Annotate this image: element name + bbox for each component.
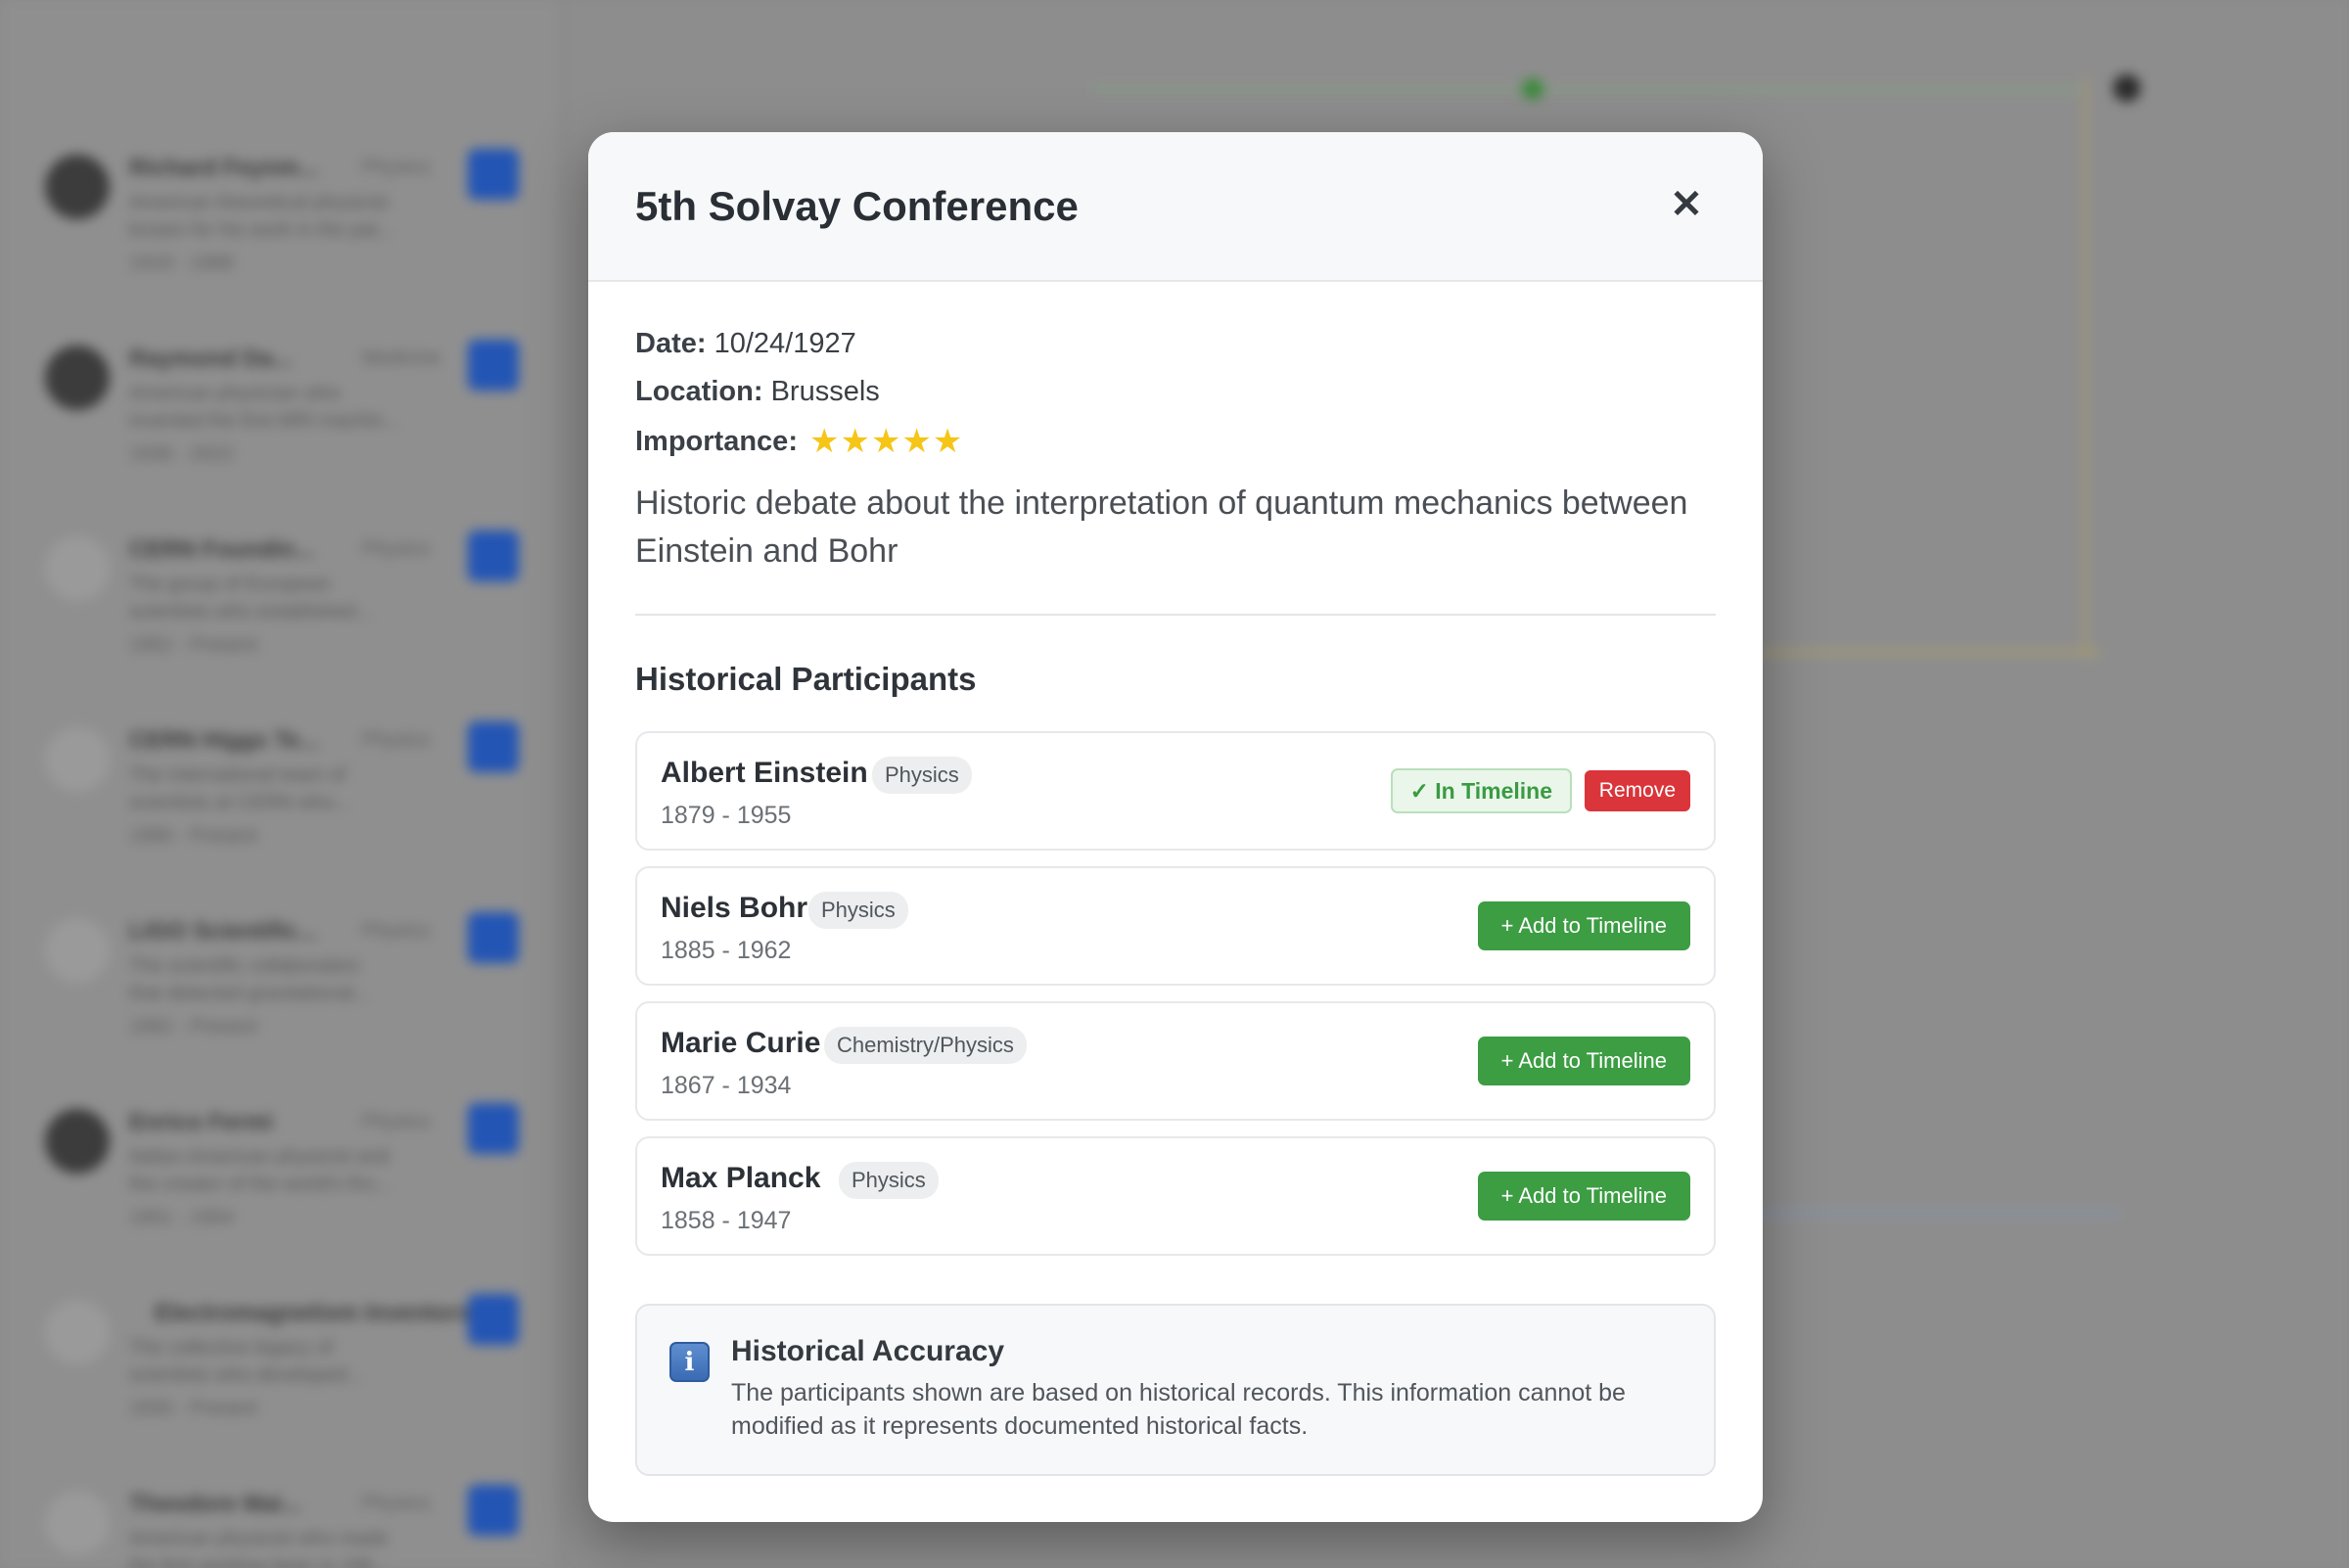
divider [635,614,1716,616]
field-badge: Physics [808,892,908,929]
field-badge: Physics [839,1162,939,1199]
participants-heading: Historical Participants [635,661,977,697]
event-description: Historic debate about the interpretation… [635,484,1688,570]
close-icon: ✕ [1670,183,1703,226]
participant-card: Niels Bohr Physics 1885 - 1962 + Add to … [635,866,1716,986]
close-button[interactable]: ✕ [1663,181,1710,228]
notice-title: Historical Accuracy [731,1335,1005,1367]
date-label: Date: [635,328,707,359]
participant-name: Niels Bohr [661,892,808,924]
participant-years: 1858 - 1947 [661,1207,792,1234]
participant-years: 1867 - 1934 [661,1072,792,1099]
participant-years: 1879 - 1955 [661,802,792,829]
event-location: Location: Brussels [635,376,880,408]
participant-card: Albert Einstein Physics 1879 - 1955 ✓ In… [635,731,1716,851]
participant-name: Albert Einstein [661,757,868,789]
historical-accuracy-notice: i Historical Accuracy The participants s… [635,1304,1716,1476]
participant-years: 1885 - 1962 [661,937,792,964]
date-value: 10/24/1927 [714,328,856,359]
modal-header: 5th Solvay Conference ✕ [588,132,1763,282]
location-value: Brussels [770,376,880,407]
in-timeline-button[interactable]: ✓ In Timeline [1390,768,1572,813]
participant-card: Marie Curie Chemistry/Physics 1867 - 193… [635,1001,1716,1121]
participant-card: Max Planck Physics 1858 - 1947 + Add to … [635,1136,1716,1256]
modal-title: 5th Solvay Conference [635,183,1079,229]
event-detail-modal: 5th Solvay Conference ✕ Date: 10/24/1927… [588,132,1763,1522]
location-label: Location: [635,376,763,407]
field-badge: Chemistry/Physics [824,1027,1027,1064]
importance-label: Importance: [635,425,798,457]
field-badge: Physics [872,757,972,794]
add-to-timeline-button[interactable]: + Add to Timeline [1477,1037,1690,1085]
participant-name: Max Planck [661,1162,821,1194]
add-to-timeline-button[interactable]: + Add to Timeline [1477,1172,1690,1221]
add-to-timeline-button[interactable]: + Add to Timeline [1477,901,1690,950]
remove-button[interactable]: Remove [1584,770,1690,811]
importance-stars-icon: ★★★★★ [808,423,964,460]
info-icon: i [669,1342,710,1382]
event-date: Date: 10/24/1927 [635,328,856,360]
participant-name: Marie Curie [661,1027,821,1059]
event-importance: Importance: ★★★★★ [635,422,963,461]
notice-text: The participants shown are based on hist… [731,1379,1626,1440]
